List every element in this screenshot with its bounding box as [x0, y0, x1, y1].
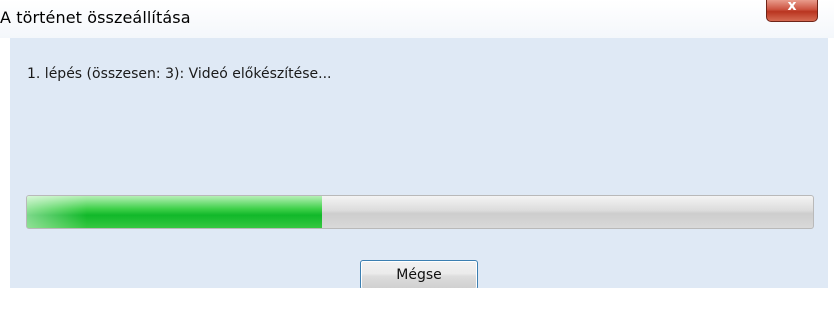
step-status-text: 1. lépés (összesen: 3): Videó előkészíté…: [27, 66, 332, 82]
dialog-window: A történet összeállítása x 1. lépés (öss…: [0, 0, 834, 313]
progress-bar: [26, 195, 814, 229]
cancel-button[interactable]: Mégse: [360, 260, 478, 290]
progress-bar-fill: [27, 196, 322, 228]
dialog-content: 1. lépés (összesen: 3): Videó előkészíté…: [10, 38, 828, 290]
close-button[interactable]: x: [766, 0, 818, 22]
close-icon[interactable]: x: [767, 0, 817, 14]
window-title: A történet összeállítása: [0, 8, 191, 27]
title-bar: A történet összeállítása x: [0, 0, 834, 38]
bottom-margin: [0, 288, 834, 313]
